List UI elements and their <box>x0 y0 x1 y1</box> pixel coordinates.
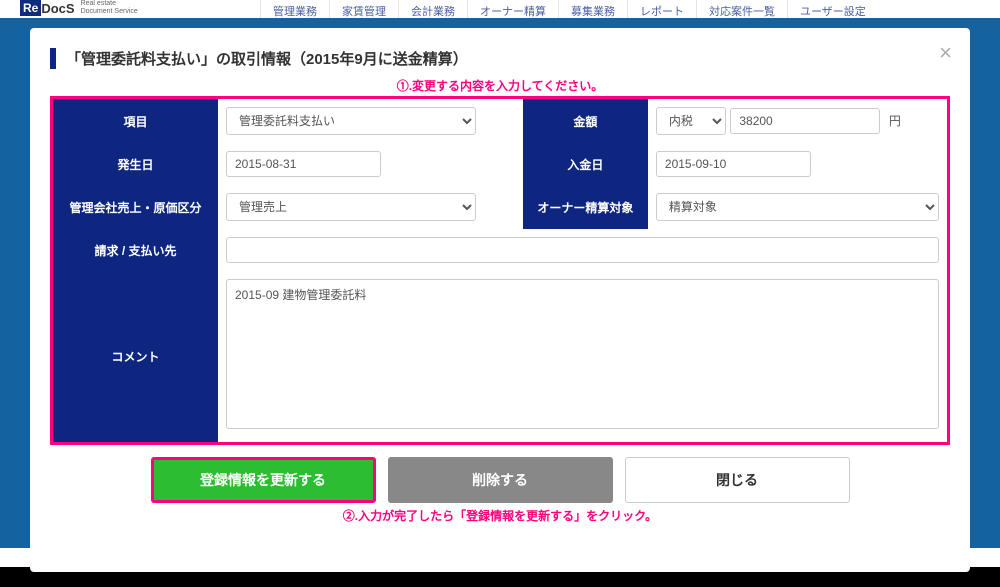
occurrence-date-input[interactable] <box>226 151 381 177</box>
tax-select[interactable]: 内税 <box>656 107 726 135</box>
label-billing-to: 請求 / 支払い先 <box>53 229 218 271</box>
label-deposit-date: 入金日 <box>523 143 648 185</box>
amount-unit: 円 <box>889 114 901 128</box>
button-row: 登録情報を更新する 削除する 閉じる <box>50 457 950 503</box>
owner-target-select[interactable]: 精算対象 <box>656 193 939 221</box>
label-owner-target: オーナー精算対象 <box>523 185 648 229</box>
annotation-step1: ①.変更する内容を入力してください。 <box>50 77 950 94</box>
logo-main: DocS <box>41 1 74 16</box>
modal-title: 「管理委託料支払い」の取引情報（2015年9月に送金精算） <box>50 48 950 69</box>
delete-button[interactable]: 削除する <box>388 457 613 503</box>
annotation-step2: ②.入力が完了したら「登録情報を更新する」をクリック。 <box>50 507 950 524</box>
label-comment: コメント <box>53 271 218 442</box>
logo: Re DocS Real estateDocument Service <box>20 0 138 16</box>
form-table: 項目 管理委託料支払い 金額 内税 円 発生日 <box>53 99 947 442</box>
close-button[interactable]: 閉じる <box>625 457 850 503</box>
label-sales-category: 管理会社売上・原価区分 <box>53 185 218 229</box>
comment-textarea[interactable] <box>226 279 939 429</box>
deposit-date-input[interactable] <box>656 151 811 177</box>
label-occurrence-date: 発生日 <box>53 143 218 185</box>
sales-category-select[interactable]: 管理売上 <box>226 193 476 221</box>
logo-subtitle: Real estateDocument Service <box>81 0 138 15</box>
label-item: 項目 <box>53 99 218 143</box>
close-icon[interactable]: × <box>939 40 952 66</box>
update-button[interactable]: 登録情報を更新する <box>151 457 376 503</box>
logo-prefix: Re <box>20 0 41 16</box>
form-area: 項目 管理委託料支払い 金額 内税 円 発生日 <box>50 96 950 445</box>
amount-input[interactable] <box>730 108 880 134</box>
label-amount: 金額 <box>523 99 648 143</box>
item-select[interactable]: 管理委託料支払い <box>226 107 476 135</box>
transaction-modal: × 「管理委託料支払い」の取引情報（2015年9月に送金精算） ①.変更する内容… <box>30 28 970 572</box>
billing-to-input[interactable] <box>226 237 939 263</box>
